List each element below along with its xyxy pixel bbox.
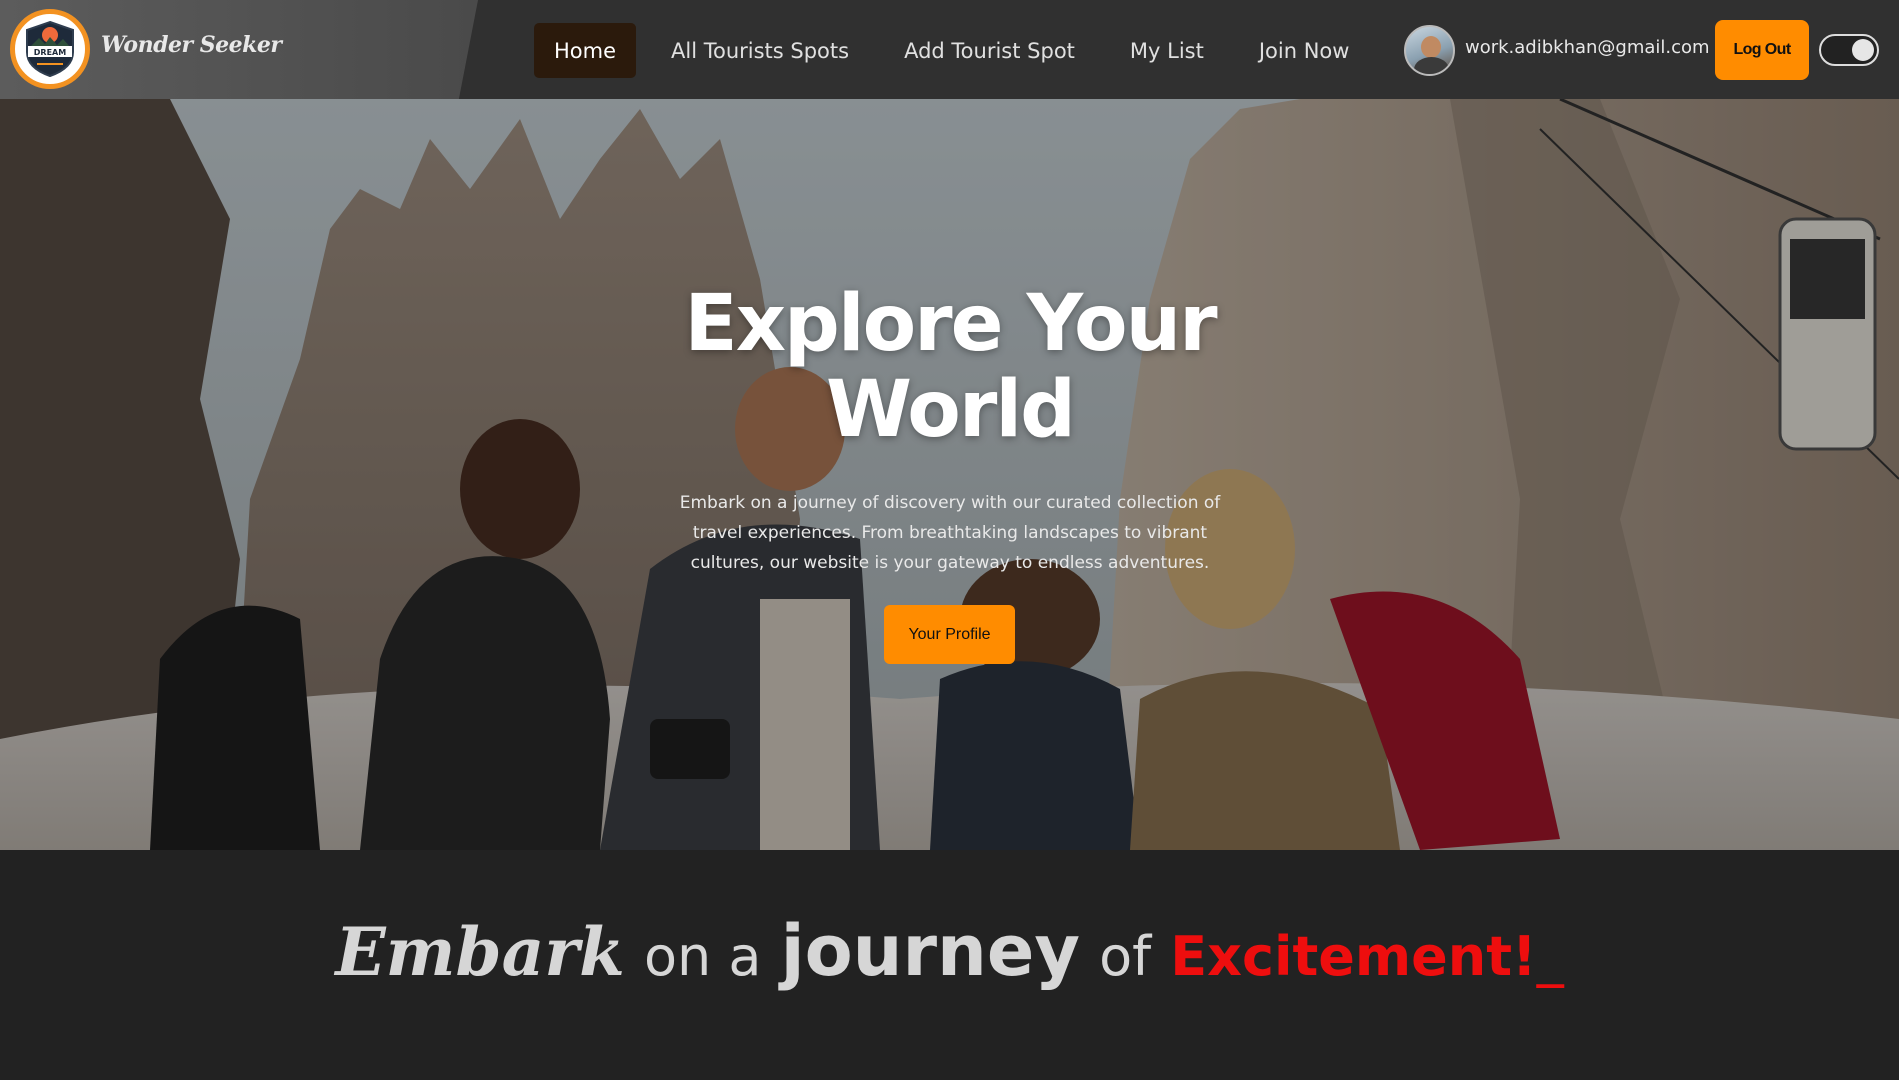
tagline-excitement: Excitement! xyxy=(1170,925,1537,988)
hero-overlay xyxy=(0,99,1899,850)
navbar: DREAM Wonder Seeker Home All Tourists Sp… xyxy=(0,0,1899,99)
typing-cursor: _ xyxy=(1536,925,1564,988)
avatar-body xyxy=(1414,57,1449,74)
logo-text: DREAM xyxy=(34,48,66,57)
dream-badge-svg: DREAM xyxy=(26,20,74,78)
your-profile-button[interactable]: Your Profile xyxy=(884,605,1015,664)
theme-toggle[interactable] xyxy=(1819,34,1879,66)
tagline: Embark on a journey of Excitement!_ xyxy=(0,910,1899,992)
hero-title: Explore Your World xyxy=(684,279,1217,455)
avatar-head xyxy=(1421,36,1441,58)
brand-name[interactable]: Wonder Seeker xyxy=(101,32,282,58)
theme-toggle-knob xyxy=(1852,39,1874,61)
tagline-of: of xyxy=(1099,925,1152,988)
nav-home[interactable]: Home xyxy=(534,23,637,78)
nav-all-tourists-spots[interactable]: All Tourists Spots xyxy=(651,23,869,78)
nav-join-now[interactable]: Join Now xyxy=(1239,23,1370,78)
hero-banner: Explore Your World Embark on a journey o… xyxy=(0,99,1899,850)
tagline-journey: journey xyxy=(780,910,1080,992)
user-avatar-icon[interactable] xyxy=(1404,25,1455,76)
tagline-embark: Embark xyxy=(335,913,625,991)
hero-description: Embark on a journey of discovery with ou… xyxy=(679,493,1221,573)
dream-badge-logo-icon[interactable]: DREAM xyxy=(10,9,90,89)
nav-my-list[interactable]: My List xyxy=(1110,23,1224,78)
main-nav: Home All Tourists Spots Add Tourist Spot… xyxy=(534,23,1384,78)
tagline-on-a: on a xyxy=(643,925,762,988)
nav-add-tourist-spot[interactable]: Add Tourist Spot xyxy=(884,23,1095,78)
user-email: work.adibkhan@gmail.com xyxy=(1465,37,1710,58)
logout-button[interactable]: Log Out xyxy=(1715,20,1809,80)
